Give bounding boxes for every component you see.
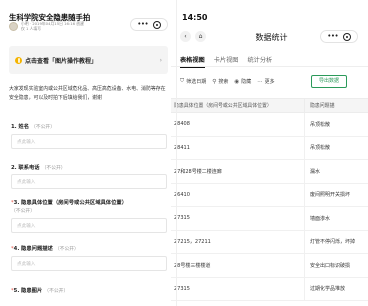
name-input[interactable]: 点此输入	[11, 134, 167, 149]
form-meta: 小明 · 2019年04月15日 16:16 创建 仅 1 人填写	[9, 21, 84, 32]
more-dots-icon[interactable]: •••	[137, 21, 148, 28]
tutorial-banner[interactable]: 点击查看「图片操作教程」 ›	[9, 46, 168, 74]
cell-location: 28411	[174, 144, 190, 151]
mini-program-capsule-right[interactable]: •••	[320, 30, 358, 43]
cell-location: 27215，27211	[174, 239, 211, 246]
cell-description: 过期化学品堆放	[304, 277, 368, 300]
close-target-icon[interactable]	[342, 32, 351, 41]
more-icon: ···	[257, 78, 263, 85]
search-button[interactable]: ⚲ 搜索	[212, 78, 228, 86]
form-pane: 生科学院安全隐患随手拍 小明 · 2019年04月15日 16:16 创建 仅 …	[0, 0, 176, 306]
avatar	[9, 22, 18, 32]
cell-description: 灯管不停闪烁，坏掉	[304, 230, 368, 253]
cell-location: 27315	[174, 285, 190, 292]
close-target-icon[interactable]	[152, 20, 161, 29]
search-icon: ⚲	[212, 78, 217, 85]
chevron-right-icon: ›	[159, 56, 162, 64]
cell-location: 28号楼三楼楼道	[174, 262, 211, 269]
cell-location: 28408	[174, 121, 190, 128]
meta-count: 仅 1 人填写	[21, 25, 42, 31]
cell-description: 吊顶松散	[304, 113, 368, 136]
phone-input[interactable]: 点此输入	[11, 174, 167, 189]
table-row[interactable]: 28411 吊顶松散	[171, 136, 368, 160]
table-row[interactable]: 28408 吊顶松散	[171, 113, 368, 137]
filter-date-button[interactable]: ⛉ 筛选日期	[180, 78, 206, 85]
table-row[interactable]: 28号楼三楼楼道 安全出口标识破损	[171, 254, 368, 278]
table-row[interactable]: 27和28号楼二楼连廊 漏水	[171, 160, 368, 184]
more-button[interactable]: ··· 更多	[257, 78, 274, 86]
filter-icon: ⛉	[180, 78, 185, 84]
nav-bar: 数据统计 ‹ ⌂ •••	[180, 30, 363, 46]
export-data-button[interactable]: 导出数据	[311, 75, 347, 88]
banner-text: 点击查看「图片操作教程」	[25, 57, 98, 65]
mini-program-capsule[interactable]: •••	[130, 18, 168, 31]
field-label-name: 1. 姓名 （不公开）	[11, 124, 55, 130]
hide-button[interactable]: ◉ 隐藏	[234, 78, 251, 86]
cell-description: 安全出口标识破损	[304, 254, 368, 277]
field-label-photo: *5. 隐患图片 （不公开）	[11, 288, 69, 294]
column-header-location[interactable]: 隐患具体位置（房间号或公共区域具体位置）	[171, 102, 304, 109]
description-input[interactable]: 点此输入	[11, 256, 167, 271]
eye-icon: ◉	[234, 78, 240, 85]
location-input[interactable]: 点此输入	[11, 218, 167, 233]
stats-pane: 14:50 数据统计 ‹ ⌂ ••• 表格视图 卡片视图 统计分析 ⛉ 筛选日期…	[171, 0, 368, 306]
table-row[interactable]: 27315 过期化学品堆放	[171, 277, 368, 301]
cell-description: 吊顶松散	[304, 136, 368, 159]
location-optional-note: （不公开）	[11, 209, 35, 214]
more-dots-icon[interactable]: •••	[327, 33, 338, 40]
lightbulb-icon	[15, 56, 22, 64]
field-label-phone: 2. 联系电话 （不公开）	[11, 165, 66, 171]
field-label-description: *4. 隐患问题描述 （不公开）	[11, 246, 79, 252]
table-row[interactable]: 27215，27211 灯管不停闪烁，坏掉	[171, 230, 368, 254]
table-row[interactable]: 27315 墙面渗水	[171, 207, 368, 231]
back-icon[interactable]: ‹	[180, 31, 191, 42]
tabs-divider	[171, 66, 368, 67]
field-label-location: *3. 隐患具体位置（房间号或公共区域具体位置）	[11, 200, 127, 206]
table-row[interactable]: 26410 废间照明开关损坏	[171, 183, 368, 207]
cell-description: 废间照明开关损坏	[304, 183, 368, 206]
cell-location: 27和28号楼二楼连廊	[174, 168, 222, 175]
column-header-description[interactable]: 隐患问题描	[304, 99, 368, 112]
cell-location: 26410	[174, 191, 190, 198]
cell-description: 漏水	[304, 160, 368, 183]
data-table: 隐患具体位置（房间号或公共区域具体位置） 隐患问题描 28408 吊顶松散 28…	[171, 98, 368, 301]
cell-location: 27315	[174, 215, 190, 222]
form-intro: 大家发现实验室内或公共区域危化品、高压高危设备、水电、消防等存在安全隐患，可以及…	[9, 86, 166, 101]
home-icon[interactable]: ⌂	[195, 31, 206, 42]
cell-description: 墙面渗水	[304, 207, 368, 230]
pane-divider	[176, 0, 177, 306]
status-time: 14:50	[182, 13, 208, 22]
table-toolbar: ⛉ 筛选日期 ⚲ 搜索 ◉ 隐藏 ··· 更多	[180, 78, 275, 85]
table-header: 隐患具体位置（房间号或公共区域具体位置） 隐患问题描	[171, 98, 368, 113]
